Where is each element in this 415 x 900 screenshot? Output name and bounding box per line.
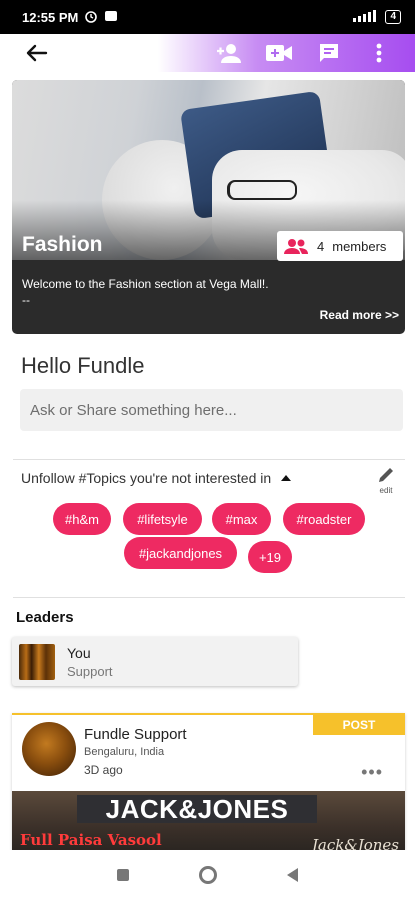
edit-topics-button[interactable]: edit: [374, 466, 398, 495]
topics-toggle[interactable]: Unfollow #Topics you're not interested i…: [21, 470, 292, 486]
post-image[interactable]: JACK&JONES Full Paisa Vasool Jack&Jones: [12, 791, 405, 850]
notification-icon: [104, 10, 118, 25]
signal-icon: [353, 9, 379, 25]
leader-avatar: [19, 643, 55, 680]
group-description: Welcome to the Fashion section at Vega M…: [22, 277, 269, 291]
chat-icon: [319, 44, 338, 62]
post-image-text-left: Full Paisa Vasool: [20, 831, 162, 849]
leader-card[interactable]: You Support: [12, 637, 298, 686]
group-icon: [284, 239, 308, 254]
caret-up-icon: [281, 475, 292, 481]
members-count: 4: [317, 238, 325, 254]
post-location: Bengaluru, India: [84, 746, 165, 758]
leader-name: You: [67, 644, 91, 661]
leaders-title: Leaders: [16, 609, 74, 626]
edit-label: edit: [379, 486, 393, 495]
group-description-more: --: [22, 293, 30, 307]
battery-icon: 4: [385, 10, 401, 24]
alarm-icon: [84, 9, 98, 26]
status-time: 12:55 PM: [22, 9, 79, 25]
post-image-sign: JACK&JONES: [77, 794, 317, 824]
divider: [13, 459, 405, 460]
system-back-button[interactable]: [287, 868, 298, 882]
topic-tag[interactable]: #roadster: [283, 503, 365, 535]
post-card[interactable]: POST Fundle Support Bengaluru, India 3D …: [12, 713, 405, 850]
post-author-name[interactable]: Fundle Support: [84, 726, 187, 743]
members-label: members: [332, 238, 387, 254]
leader-role: Support: [67, 663, 113, 679]
post-more-button[interactable]: •••: [361, 762, 383, 783]
more-vertical-icon: [376, 43, 381, 63]
post-image-text-right: Jack&Jones: [311, 836, 399, 850]
recent-apps-button[interactable]: [117, 869, 129, 881]
home-button[interactable]: [199, 866, 217, 884]
group-header-card: Fashion 4 members Welcome to the Fashion…: [12, 80, 405, 334]
topic-tag[interactable]: #lifetsyle: [123, 503, 202, 535]
system-nav-bar: [0, 850, 415, 900]
more-options-button[interactable]: [362, 38, 395, 68]
divider: [13, 597, 405, 598]
app-bar: [0, 34, 415, 72]
video-camera-icon: [265, 45, 292, 61]
person-add-icon: [216, 44, 241, 63]
members-badge[interactable]: 4 members: [277, 231, 403, 261]
topic-tag[interactable]: #jackandjones: [124, 537, 237, 569]
topic-tag[interactable]: #max: [212, 503, 271, 535]
topics-header: Unfollow #Topics you're not interested i…: [21, 470, 272, 486]
more-topics-button[interactable]: +19: [248, 541, 292, 573]
back-button[interactable]: [20, 36, 54, 70]
compose-input[interactable]: [20, 389, 403, 431]
add-member-button[interactable]: [212, 38, 245, 68]
read-more-link[interactable]: Read more >>: [320, 308, 399, 322]
group-title: Fashion: [22, 233, 103, 256]
status-bar: 12:55 PM 4: [0, 0, 415, 34]
post-badge: POST: [313, 715, 405, 735]
greeting: Hello Fundle: [21, 353, 145, 378]
chat-button[interactable]: [312, 38, 345, 68]
arrow-left-icon: [26, 44, 48, 62]
topic-tag[interactable]: #h&m: [53, 503, 111, 535]
post-author-avatar[interactable]: [22, 722, 76, 776]
pencil-icon: [379, 468, 393, 482]
post-time: 3D ago: [84, 763, 123, 777]
video-call-button[interactable]: [262, 38, 295, 68]
